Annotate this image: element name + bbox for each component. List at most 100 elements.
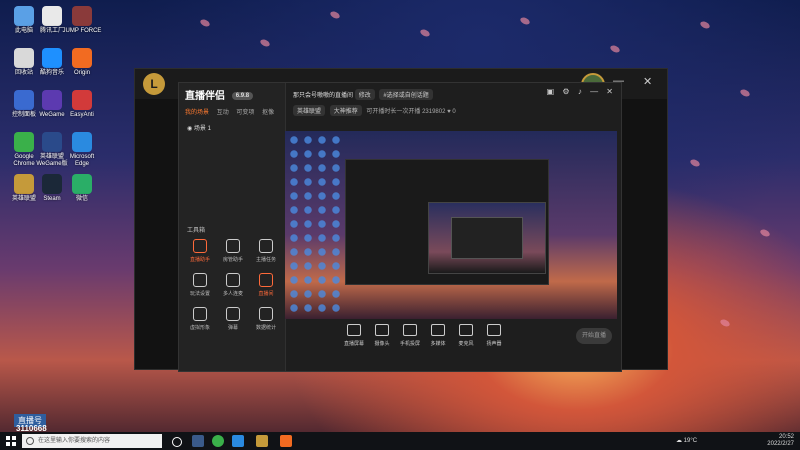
toolbox-item-icon (193, 307, 207, 321)
source-control-button[interactable]: 直播屏幕 (340, 324, 368, 347)
toolbox-item-label: 直播间 (258, 291, 274, 297)
preview-nested-window-inner (428, 202, 546, 274)
petal-decoration (419, 28, 431, 38)
scene-tabs: 我的场景 互动 可变项 抠像 (185, 107, 280, 116)
toolbox-title: 工具箱 (187, 228, 206, 234)
source-control-icon (487, 324, 501, 336)
search-placeholder: 在这里输入你要搜索的内容 (38, 438, 111, 444)
system-tray[interactable]: 20:52 2022/2/27 (767, 434, 794, 448)
toolbox-item-label: 虚拟形象 (189, 325, 210, 331)
app-icon (14, 174, 34, 194)
topic-button[interactable]: #选择或自创话题 (379, 89, 433, 100)
source-control-button[interactable]: 扬声器 (480, 324, 508, 347)
petal-decoration (739, 88, 751, 98)
taskbar-app-live-tool[interactable] (280, 435, 292, 447)
start-live-button[interactable]: 开始直播 (576, 328, 612, 344)
edit-title-button[interactable]: 修改 (354, 89, 375, 100)
toolbox-item-icon (259, 273, 273, 287)
room-id: 2319802 (422, 109, 446, 115)
source-control-button[interactable]: 麦克风 (452, 324, 480, 347)
app-icon (14, 90, 34, 110)
source-control-button[interactable]: 手机投屏 (396, 324, 424, 347)
app-icon (42, 48, 62, 68)
bell-icon[interactable]: ♪ (578, 87, 582, 96)
toolbox-item[interactable]: 玩法设置 (185, 273, 215, 297)
taskbar-app-lol[interactable] (256, 435, 268, 447)
taskbar-app-explorer[interactable] (192, 435, 204, 447)
toolbox-item-label: 数据统计 (255, 325, 276, 331)
petal-decoration (699, 20, 711, 30)
desktop-icon[interactable]: 微信 (62, 174, 102, 203)
close-icon[interactable]: ✕ (643, 75, 652, 88)
live-preview[interactable] (285, 131, 617, 319)
source-control-label: 多媒体 (430, 341, 446, 347)
toolbox-item-icon (193, 239, 207, 253)
windows-start-icon[interactable] (6, 436, 16, 446)
desktop-icon[interactable]: Origin (62, 48, 102, 77)
app-icon (42, 174, 62, 194)
petal-decoration (199, 18, 211, 28)
scene-label: 场景 1 (193, 126, 211, 132)
desktop-icon-label: 微信 (75, 196, 88, 202)
source-control-label: 直播屏幕 (343, 341, 364, 347)
source-control-button[interactable]: 多媒体 (424, 324, 452, 347)
settings-icon[interactable]: ⚙ (562, 87, 569, 96)
eye-icon[interactable]: ◉ (187, 126, 192, 132)
preview-nested-window-deep (451, 217, 523, 259)
app-icon (14, 48, 34, 68)
toolbox-item[interactable]: 数据统计 (251, 307, 281, 331)
tab-my-scenes[interactable]: 我的场景 (185, 110, 209, 116)
taskbar-app-chrome[interactable] (212, 435, 224, 447)
tool-minimize-icon[interactable]: — (590, 87, 598, 96)
clock-date: 2022/2/27 (767, 441, 794, 447)
desktop-icon[interactable]: EasyAnti (62, 90, 102, 119)
toolbox-item[interactable]: 房管助手 (218, 239, 248, 263)
scene-item[interactable]: ◉ 场景 1 (187, 123, 211, 132)
toolbox-item-icon (259, 307, 273, 321)
toolbox-item-icon (193, 273, 207, 287)
taskbar: 在这里输入你要搜索的内容 ☁ 19°C 20:52 2022/2/27 (0, 432, 800, 450)
tab-variables[interactable]: 可变项 (236, 110, 254, 116)
source-control-icon (459, 324, 473, 336)
toolbox-item[interactable]: 虚拟形象 (185, 307, 215, 331)
desktop-icon-label: JUMP FORCE (62, 28, 102, 34)
preview-desktop-icons (287, 133, 343, 313)
room-title: 那只会号嗷嗷的直播间 (293, 93, 354, 99)
source-control-icon (431, 324, 445, 336)
toolbox-item-icon (226, 273, 240, 287)
desktop-icon-label: EasyAnti (70, 112, 94, 118)
source-control-icon (403, 324, 417, 336)
task-view-icon[interactable] (172, 437, 182, 447)
gift-icon[interactable]: ▣ (547, 87, 555, 96)
petal-decoration (609, 44, 621, 54)
search-icon (26, 437, 34, 445)
toolbox-item[interactable]: 直播助手 (185, 239, 215, 263)
source-control-button[interactable]: 摄像头 (368, 324, 396, 347)
likes-count: 0 (452, 109, 456, 115)
tool-close-icon[interactable]: ✕ (606, 87, 613, 96)
taskbar-app-edge[interactable] (232, 435, 244, 447)
app-icon (14, 132, 34, 152)
category-chip[interactable]: 英雄联盟 (293, 105, 326, 116)
source-control-label: 手机投屏 (399, 341, 420, 347)
tab-keying[interactable]: 抠像 (262, 110, 274, 116)
toolbox-item[interactable]: 直播间 (251, 273, 281, 297)
weather[interactable]: ☁ 19°C (676, 437, 697, 444)
desktop-icon[interactable]: Microsoft Edge (62, 132, 102, 168)
tab-interaction[interactable]: 互动 (217, 110, 229, 116)
broadcast-duration-text: 可开播时长一次开播 (366, 109, 421, 115)
clock-time: 20:52 (778, 434, 794, 440)
recommend-chip[interactable]: 大神推荐 (329, 105, 362, 116)
petal-decoration (689, 158, 701, 168)
toolbox-item[interactable]: 主播任务 (251, 239, 281, 263)
toolbox-item[interactable]: 弹幕 (218, 307, 248, 331)
app-icon (14, 6, 34, 26)
tool-toolbar: ▣ ⚙ ♪ — ✕ (541, 87, 613, 96)
toolbox-item[interactable]: 多人连麦 (218, 273, 248, 297)
source-control-label: 麦克风 (458, 341, 474, 347)
app-icon (72, 6, 92, 26)
desktop-icons: 此电脑 腾讯工厂 JUMP FORCE 回收站 酷狗音乐 Origin 控制面板 WeGame… (0, 0, 130, 432)
taskbar-search[interactable]: 在这里输入你要搜索的内容 (22, 434, 162, 448)
toolbox-item-label: 玩法设置 (189, 291, 210, 297)
desktop-icon[interactable]: JUMP FORCE (62, 6, 102, 35)
